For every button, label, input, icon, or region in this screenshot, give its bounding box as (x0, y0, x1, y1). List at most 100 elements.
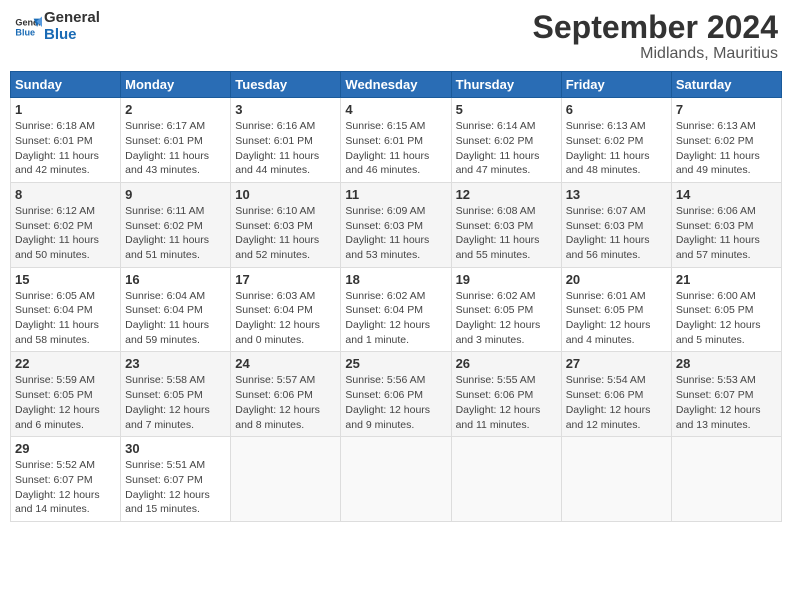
day-number: 18 (345, 272, 446, 287)
svg-text:Blue: Blue (15, 27, 35, 37)
calendar-cell: 13 Sunrise: 6:07 AM Sunset: 6:03 PM Dayli… (561, 182, 671, 267)
day-number: 10 (235, 187, 336, 202)
day-number: 26 (456, 356, 557, 371)
calendar-cell (341, 437, 451, 522)
day-info: Sunrise: 6:03 AM Sunset: 6:04 PM Dayligh… (235, 289, 336, 348)
day-number: 11 (345, 187, 446, 202)
day-info: Sunrise: 5:57 AM Sunset: 6:06 PM Dayligh… (235, 373, 336, 432)
day-number: 21 (676, 272, 777, 287)
day-info: Sunrise: 6:00 AM Sunset: 6:05 PM Dayligh… (676, 289, 777, 348)
day-info: Sunrise: 5:53 AM Sunset: 6:07 PM Dayligh… (676, 373, 777, 432)
calendar-cell: 24 Sunrise: 5:57 AM Sunset: 6:06 PM Dayli… (231, 352, 341, 437)
weekday-header-sunday: Sunday (11, 72, 121, 98)
week-row-1: 1Sunrise: 6:18 AM Sunset: 6:01 PM Daylig… (11, 98, 782, 183)
day-info: Sunrise: 6:13 AM Sunset: 6:02 PM Dayligh… (676, 119, 777, 178)
calendar-cell (231, 437, 341, 522)
calendar-cell: 17 Sunrise: 6:03 AM Sunset: 6:04 PM Dayli… (231, 267, 341, 352)
day-number: 6 (566, 102, 667, 117)
day-number: 30 (125, 441, 226, 456)
calendar-cell (451, 437, 561, 522)
calendar-cell: 21 Sunrise: 6:00 AM Sunset: 6:05 PM Dayli… (671, 267, 781, 352)
calendar-cell: 29 Sunrise: 5:52 AM Sunset: 6:07 PM Dayli… (11, 437, 121, 522)
day-number: 12 (456, 187, 557, 202)
calendar-cell: 15 Sunrise: 6:05 AM Sunset: 6:04 PM Dayli… (11, 267, 121, 352)
day-number: 27 (566, 356, 667, 371)
day-info: Sunrise: 6:18 AM Sunset: 6:01 PM Dayligh… (15, 119, 116, 178)
day-info: Sunrise: 6:04 AM Sunset: 6:04 PM Dayligh… (125, 289, 226, 348)
page-header: General Blue General Blue September 2024… (10, 10, 782, 63)
day-info: Sunrise: 6:12 AM Sunset: 6:02 PM Dayligh… (15, 204, 116, 263)
weekday-header-friday: Friday (561, 72, 671, 98)
day-info: Sunrise: 6:02 AM Sunset: 6:04 PM Dayligh… (345, 289, 446, 348)
weekday-header-thursday: Thursday (451, 72, 561, 98)
day-number: 7 (676, 102, 777, 117)
month-title: September 2024 (533, 10, 778, 45)
day-info: Sunrise: 6:10 AM Sunset: 6:03 PM Dayligh… (235, 204, 336, 263)
day-info: Sunrise: 6:15 AM Sunset: 6:01 PM Dayligh… (345, 119, 446, 178)
day-number: 23 (125, 356, 226, 371)
day-number: 17 (235, 272, 336, 287)
day-number: 24 (235, 356, 336, 371)
weekday-header-tuesday: Tuesday (231, 72, 341, 98)
day-number: 22 (15, 356, 116, 371)
day-number: 13 (566, 187, 667, 202)
calendar-cell: 3 Sunrise: 6:16 AM Sunset: 6:01 PM Daylig… (231, 98, 341, 183)
week-row-2: 8 Sunrise: 6:12 AM Sunset: 6:02 PM Daylig… (11, 182, 782, 267)
day-info: Sunrise: 6:09 AM Sunset: 6:03 PM Dayligh… (345, 204, 446, 263)
day-number: 9 (125, 187, 226, 202)
calendar-table: SundayMondayTuesdayWednesdayThursdayFrid… (10, 71, 782, 522)
day-number: 16 (125, 272, 226, 287)
day-info: Sunrise: 6:05 AM Sunset: 6:04 PM Dayligh… (15, 289, 116, 348)
calendar-cell (561, 437, 671, 522)
day-info: Sunrise: 6:11 AM Sunset: 6:02 PM Dayligh… (125, 204, 226, 263)
calendar-cell: 4Sunrise: 6:15 AM Sunset: 6:01 PM Daylig… (341, 98, 451, 183)
calendar-cell: 26 Sunrise: 5:55 AM Sunset: 6:06 PM Dayli… (451, 352, 561, 437)
day-number: 2 (125, 102, 226, 117)
weekday-header-wednesday: Wednesday (341, 72, 451, 98)
day-info: Sunrise: 6:07 AM Sunset: 6:03 PM Dayligh… (566, 204, 667, 263)
day-info: Sunrise: 5:58 AM Sunset: 6:05 PM Dayligh… (125, 373, 226, 432)
weekday-header-saturday: Saturday (671, 72, 781, 98)
calendar-cell: 14 Sunrise: 6:06 AM Sunset: 6:03 PM Dayli… (671, 182, 781, 267)
calendar-cell: 20Sunrise: 6:01 AM Sunset: 6:05 PM Dayli… (561, 267, 671, 352)
day-number: 19 (456, 272, 557, 287)
day-number: 25 (345, 356, 446, 371)
day-info: Sunrise: 6:08 AM Sunset: 6:03 PM Dayligh… (456, 204, 557, 263)
logo-text-general: General (44, 10, 100, 27)
day-number: 14 (676, 187, 777, 202)
calendar-cell: 7 Sunrise: 6:13 AM Sunset: 6:02 PM Daylig… (671, 98, 781, 183)
calendar-cell: 12 Sunrise: 6:08 AM Sunset: 6:03 PM Dayli… (451, 182, 561, 267)
day-info: Sunrise: 5:55 AM Sunset: 6:06 PM Dayligh… (456, 373, 557, 432)
day-info: Sunrise: 6:16 AM Sunset: 6:01 PM Dayligh… (235, 119, 336, 178)
calendar-cell: 5Sunrise: 6:14 AM Sunset: 6:02 PM Daylig… (451, 98, 561, 183)
calendar-cell: 10 Sunrise: 6:10 AM Sunset: 6:03 PM Dayli… (231, 182, 341, 267)
calendar-cell: 22 Sunrise: 5:59 AM Sunset: 6:05 PM Dayli… (11, 352, 121, 437)
calendar-cell: 2Sunrise: 6:17 AM Sunset: 6:01 PM Daylig… (121, 98, 231, 183)
day-info: Sunrise: 5:59 AM Sunset: 6:05 PM Dayligh… (15, 373, 116, 432)
calendar-cell: 27 Sunrise: 5:54 AM Sunset: 6:06 PM Dayli… (561, 352, 671, 437)
day-number: 8 (15, 187, 116, 202)
logo-icon: General Blue (14, 13, 42, 41)
calendar-cell: 19Sunrise: 6:02 AM Sunset: 6:05 PM Dayli… (451, 267, 561, 352)
day-info: Sunrise: 5:51 AM Sunset: 6:07 PM Dayligh… (125, 458, 226, 517)
calendar-cell: 25 Sunrise: 5:56 AM Sunset: 6:06 PM Dayli… (341, 352, 451, 437)
calendar-cell: 8 Sunrise: 6:12 AM Sunset: 6:02 PM Daylig… (11, 182, 121, 267)
day-info: Sunrise: 6:06 AM Sunset: 6:03 PM Dayligh… (676, 204, 777, 263)
day-number: 3 (235, 102, 336, 117)
location-subtitle: Midlands, Mauritius (533, 45, 778, 63)
day-number: 15 (15, 272, 116, 287)
day-info: Sunrise: 5:54 AM Sunset: 6:06 PM Dayligh… (566, 373, 667, 432)
calendar-cell (671, 437, 781, 522)
logo: General Blue General Blue (14, 10, 100, 43)
day-info: Sunrise: 5:56 AM Sunset: 6:06 PM Dayligh… (345, 373, 446, 432)
day-info: Sunrise: 6:01 AM Sunset: 6:05 PM Dayligh… (566, 289, 667, 348)
calendar-cell: 11 Sunrise: 6:09 AM Sunset: 6:03 PM Dayli… (341, 182, 451, 267)
title-section: September 2024 Midlands, Mauritius (533, 10, 778, 63)
week-row-3: 15 Sunrise: 6:05 AM Sunset: 6:04 PM Dayli… (11, 267, 782, 352)
calendar-cell: 30 Sunrise: 5:51 AM Sunset: 6:07 PM Dayli… (121, 437, 231, 522)
day-number: 29 (15, 441, 116, 456)
calendar-cell: 6Sunrise: 6:13 AM Sunset: 6:02 PM Daylig… (561, 98, 671, 183)
calendar-cell: 28Sunrise: 5:53 AM Sunset: 6:07 PM Dayli… (671, 352, 781, 437)
day-info: Sunrise: 5:52 AM Sunset: 6:07 PM Dayligh… (15, 458, 116, 517)
week-row-5: 29 Sunrise: 5:52 AM Sunset: 6:07 PM Dayli… (11, 437, 782, 522)
